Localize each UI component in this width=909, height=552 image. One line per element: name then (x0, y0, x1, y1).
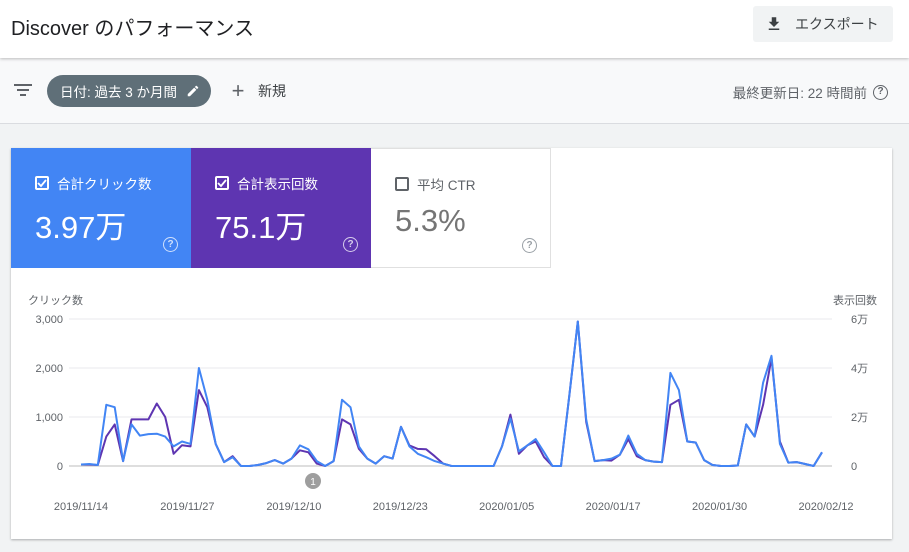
header: Discover のパフォーマンス エクスポート (0, 0, 909, 58)
right-axis-tick: 4万 (851, 363, 868, 375)
plus-icon: + (231, 78, 245, 103)
series-line-clicks (80, 320, 823, 467)
series-line-impressions (81, 320, 823, 467)
x-axis-tick: 2020/01/30 (692, 501, 747, 513)
edit-pencil-icon[interactable] (186, 84, 200, 98)
page-title: Discover のパフォーマンス (11, 18, 254, 40)
filter-toolbar: 日付: 過去 3 か月間 + 新規 最終更新日: 22 時間前 ? (0, 58, 909, 124)
left-axis-tick: 1,000 (35, 412, 63, 424)
last-updated-text: 最終更新日: 22 時間前 (732, 86, 867, 101)
annotation-marker-label: 1 (310, 477, 316, 488)
left-axis-tick: 3,000 (35, 314, 63, 326)
x-axis-tick: 2019/11/14 (54, 501, 108, 513)
right-axis-tick: 2万 (851, 412, 868, 424)
new-filter-label: 新規 (258, 83, 286, 99)
x-axis-tick: 2019/12/23 (373, 501, 428, 513)
x-axis-tick: 2019/12/10 (266, 501, 321, 513)
x-axis-tick: 2020/02/12 (798, 501, 853, 513)
x-axis-tick: 2020/01/05 (479, 501, 534, 513)
performance-card: 合計クリック数 3.97万 ? 合計表示回数 75.1万 ? 平均 CTR 5.… (11, 148, 892, 539)
date-filter-label: 日付: 過去 3 か月間 (60, 85, 178, 100)
download-icon (768, 17, 780, 30)
left-axis-tick: 2,000 (35, 363, 63, 375)
date-filter-chip[interactable]: 日付: 過去 3 か月間 (47, 75, 211, 107)
left-axis-tick: 0 (57, 461, 63, 473)
right-axis-label: 表示回数 (833, 293, 877, 307)
x-axis-tick: 2019/11/27 (160, 501, 214, 513)
left-axis-label: クリック数 (28, 294, 83, 307)
export-button-label: エクスポート (795, 16, 879, 32)
export-button[interactable]: エクスポート (753, 6, 893, 42)
filter-icon[interactable] (13, 82, 33, 98)
x-axis-tick: 2020/01/17 (586, 501, 641, 513)
new-filter-button[interactable]: + 新規 (229, 78, 286, 104)
last-updated: 最終更新日: 22 時間前 ? (733, 82, 888, 102)
help-icon[interactable]: ? (873, 84, 888, 100)
performance-chart: クリック数 表示回数 3,000 2,000 1,000 0 6万 4万 2万 0 2019/11/… (28, 293, 877, 513)
right-axis-tick: 0 (851, 461, 857, 473)
right-axis-tick: 6万 (851, 314, 868, 326)
